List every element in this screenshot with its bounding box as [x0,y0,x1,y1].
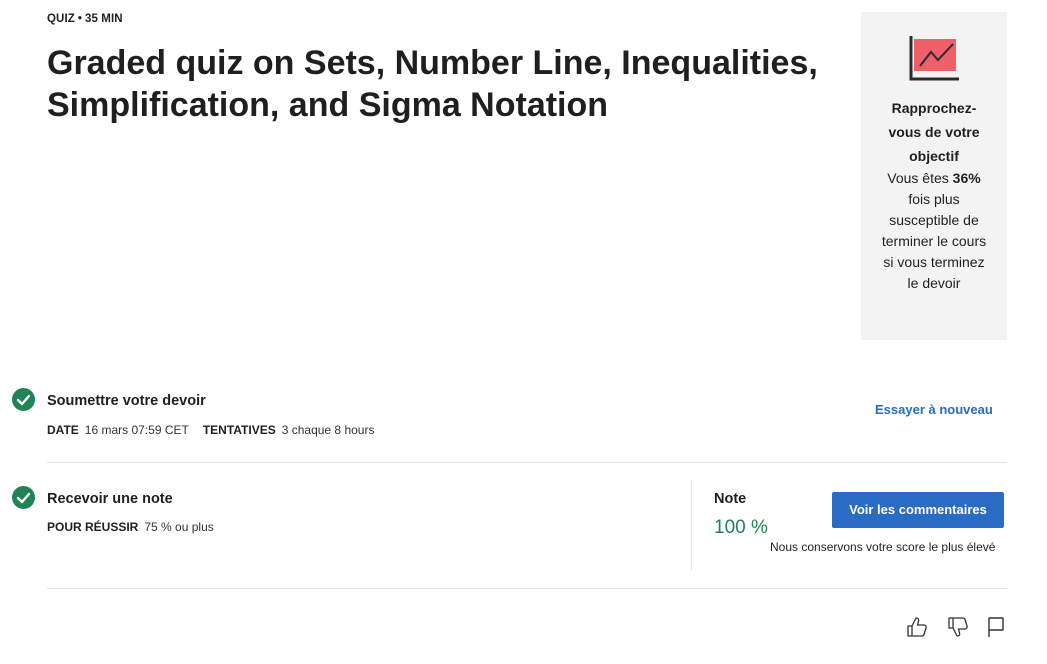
thumbs-down-icon[interactable] [947,616,969,638]
submit-meta: DATE 16 mars 07:59 CET TENTATIVES 3 chaque … [47,423,374,437]
item-type: QUIZ [47,13,75,25]
flag-icon[interactable] [986,616,1008,638]
goal-text-before: Vous êtes [887,170,953,186]
pass-label: POUR RÉUSSIR [47,520,139,534]
note-subtext: Nous conservons votre score le plus élev… [770,540,996,554]
pass-value: 75 % ou plus [144,520,214,534]
check-circle-icon [12,388,35,411]
page-title: Graded quiz on Sets, Number Line, Inequa… [47,44,818,124]
section-divider [47,462,1007,463]
section-divider [47,588,1007,589]
goal-card: Rapprochez-vous de votre objectif Vous ê… [861,12,1007,340]
date-value: 16 mars 07:59 CET [84,423,189,437]
attempts-label: TENTATIVES [202,423,276,437]
goal-heading: Rapprochez-vous de votre objectif [888,100,980,164]
goal-highlight: 36% [952,170,981,186]
item-meta: QUIZ • 35 MIN [47,13,123,25]
item-duration: 35 MIN [85,13,123,25]
grade-title: Recevoir une note [47,491,173,507]
note-value: 100 % [714,517,768,538]
note-label: Note [714,491,747,507]
meta-separator: • [77,13,83,25]
vertical-divider [691,480,692,570]
retry-link[interactable]: Essayer à nouveau [875,402,993,417]
goal-text-after: fois plus susceptible de terminer le cou… [881,191,987,291]
grade-meta: POUR RÉUSSIR 75 % ou plus [47,520,214,534]
attempts-value: 3 chaque 8 hours [281,423,375,437]
thumbs-up-icon[interactable] [906,616,928,638]
date-label: DATE [47,423,79,437]
submit-title: Soumettre votre devoir [47,393,206,409]
line-chart-icon [909,36,959,81]
check-circle-icon [12,486,35,509]
goal-text: Vous êtes 36% fois plus susceptible de t… [879,168,989,294]
view-feedback-button[interactable]: Voir les commentaires [832,492,1004,528]
